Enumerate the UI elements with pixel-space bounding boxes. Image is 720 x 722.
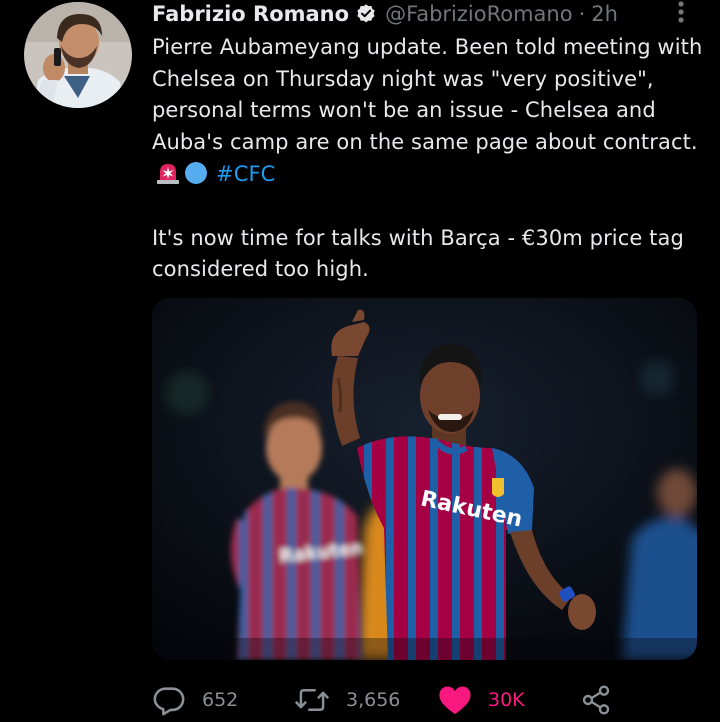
tweet-media-image[interactable]: Rakuten Rakuten (152, 298, 697, 660)
tweet-header: Fabrizio Romano @FabrizioRomano · 2h (152, 0, 618, 28)
timestamp[interactable]: 2h (591, 2, 618, 26)
share-button[interactable] (580, 680, 612, 720)
verified-badge-icon (355, 3, 377, 25)
blue-circle-emoji-icon (184, 161, 208, 185)
share-icon (580, 684, 612, 716)
reply-count: 652 (202, 689, 239, 711)
author-name[interactable]: Fabrizio Romano (152, 2, 349, 26)
avatar[interactable] (24, 2, 132, 108)
retweet-button[interactable]: 3,656 (294, 680, 400, 720)
tweet-text: Pierre Aubameyang update. Been told meet… (152, 32, 712, 286)
tweet-paragraph-2: It's now time for talks with Barça - €30… (152, 225, 684, 282)
retweet-count: 3,656 (346, 689, 401, 711)
separator-dot: · (578, 2, 586, 26)
more-dots-icon[interactable] (672, 0, 690, 26)
tweet-paragraph-1-text: Pierre Aubameyang update. Been told meet… (152, 35, 703, 155)
like-button[interactable]: 30K (438, 680, 525, 720)
tweet-paragraph-1: Pierre Aubameyang update. Been told meet… (152, 32, 712, 191)
reply-button[interactable]: 652 (152, 680, 238, 720)
siren-emoji-icon (156, 161, 180, 185)
like-count: 30K (488, 689, 525, 711)
retweet-icon (294, 683, 330, 717)
reply-icon (152, 683, 186, 717)
author-handle[interactable]: @FabrizioRomano (385, 2, 573, 26)
tweet-action-bar: 652 3,656 30K (152, 680, 712, 720)
hashtag-link[interactable]: #CFC (216, 162, 275, 186)
heart-icon (438, 684, 472, 716)
